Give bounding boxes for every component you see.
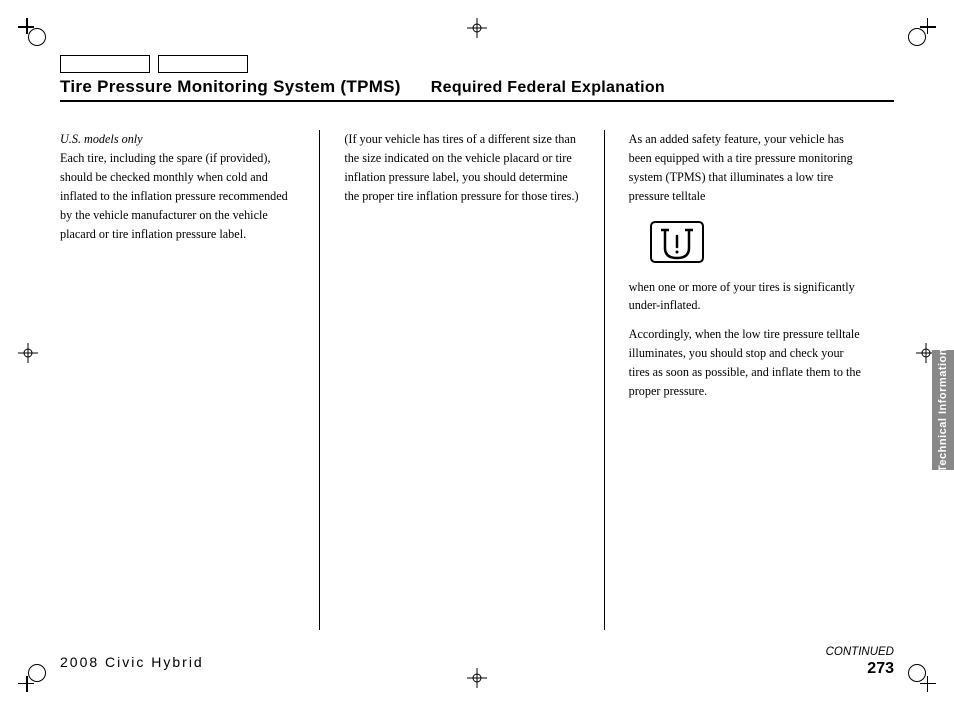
reg-mark-tl (18, 18, 46, 46)
title-secondary: Required Federal Explanation (431, 79, 665, 97)
page: Tire Pressure Monitoring System (TPMS) R… (0, 0, 954, 710)
column-2: (If your vehicle has tires of a differen… (334, 130, 589, 630)
side-tab: Technical Information (932, 350, 954, 470)
side-tab-label: Technical Information (937, 348, 949, 472)
footer-model: 2008 Civic Hybrid (60, 654, 204, 670)
col3-para3: Accordingly, when the low tire pressure … (629, 325, 864, 401)
reg-mark-tr (908, 18, 936, 46)
col3-para1: As an added safety feature, your vehicle… (629, 130, 864, 206)
header-box-1 (60, 55, 150, 73)
col-divider-1 (319, 130, 320, 630)
header: Tire Pressure Monitoring System (TPMS) R… (60, 55, 894, 102)
continued-text: CONTINUED (826, 646, 894, 658)
header-box-2 (158, 55, 248, 73)
tpms-icon (649, 220, 705, 270)
footer-page: 273 (826, 660, 894, 678)
crosshair-left (18, 343, 38, 367)
header-title-line: Tire Pressure Monitoring System (TPMS) R… (60, 77, 894, 102)
col1-body: Each tire, including the spare (if provi… (60, 149, 295, 244)
col-divider-2 (604, 130, 605, 630)
title-main: Tire Pressure Monitoring System (TPMS) (60, 77, 401, 97)
column-1: U.S. models only Each tire, including th… (60, 130, 305, 630)
col1-italic: U.S. models only (60, 130, 295, 149)
header-boxes (60, 55, 894, 73)
reg-mark-bl (18, 664, 46, 692)
col2-body: (If your vehicle has tires of a differen… (344, 130, 579, 206)
content-area: U.S. models only Each tire, including th… (60, 130, 894, 630)
footer: 2008 Civic Hybrid CONTINUED 273 (60, 646, 894, 678)
crosshair-top (467, 18, 487, 42)
col3-para2: when one or more of your tires is signif… (629, 278, 864, 316)
footer-right: CONTINUED 273 (826, 646, 894, 678)
reg-mark-br (908, 664, 936, 692)
column-3: As an added safety feature, your vehicle… (619, 130, 894, 630)
